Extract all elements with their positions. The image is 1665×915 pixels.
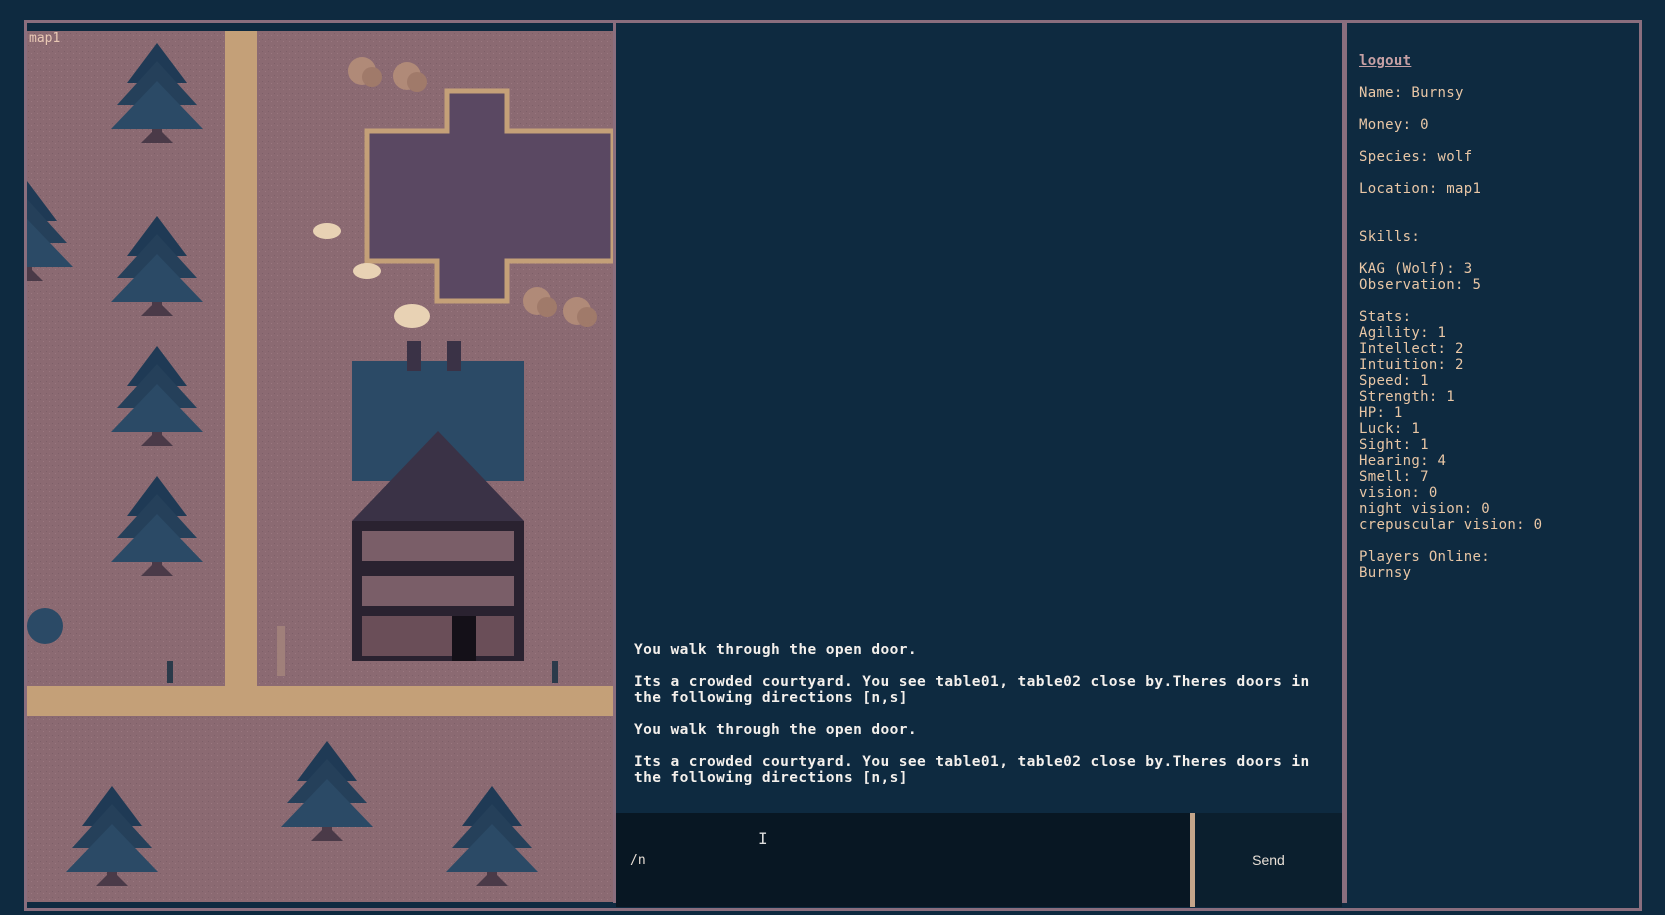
stat-item: HP: 1 [1359, 405, 1403, 421]
stat-item: Luck: 1 [1359, 421, 1421, 437]
skills-heading: Skills: [1359, 229, 1421, 245]
text-cursor-icon: I [758, 829, 768, 848]
player-name: Name: Burnsy [1359, 85, 1464, 101]
stat-item: vision: 0 [1359, 485, 1438, 501]
command-input[interactable] [616, 813, 1190, 907]
stat-item: Sight: 1 [1359, 437, 1429, 453]
chat-log: You walk through the open door. Its a cr… [616, 23, 1342, 796]
stat-item: crepuscular vision: 0 [1359, 517, 1543, 533]
house [352, 341, 524, 661]
stat-item: Speed: 1 [1359, 373, 1429, 389]
chat-message: Its a crowded courtyard. You see table01… [634, 674, 1310, 706]
player-location: Location: map1 [1359, 181, 1482, 197]
online-player: Burnsy [1359, 565, 1412, 581]
send-button[interactable]: Send [1195, 813, 1342, 907]
map-scene [27, 31, 613, 902]
command-bar: Send [616, 813, 1342, 907]
game-map[interactable]: map1 [27, 31, 616, 902]
stat-item: Agility: 1 [1359, 325, 1447, 341]
chat-message: You walk through the open door. [634, 722, 918, 738]
stats-heading: Stats: [1359, 309, 1412, 325]
chat-message: You walk through the open door. [634, 642, 918, 658]
stat-item: Intuition: 2 [1359, 357, 1464, 373]
logout-link[interactable]: logout [1359, 53, 1411, 69]
chat-message: Its a crowded courtyard. You see table01… [634, 754, 1310, 786]
skill-item: KAG (Wolf): 3 [1359, 261, 1473, 277]
player-species: Species: wolf [1359, 149, 1473, 165]
stat-item: Strength: 1 [1359, 389, 1456, 405]
stat-item: Smell: 7 [1359, 469, 1429, 485]
stat-item: Intellect: 2 [1359, 341, 1464, 357]
map-label: map1 [29, 31, 61, 46]
skill-item: Observation: 5 [1359, 277, 1482, 293]
players-online-heading: Players Online: [1359, 549, 1490, 565]
player-sidebar: logout Name: Burnsy Money: 0 Species: wo… [1347, 23, 1637, 903]
message-list: You walk through the open door. Its a cr… [634, 642, 1314, 786]
player-money: Money: 0 [1359, 117, 1429, 133]
stat-item: Hearing: 4 [1359, 453, 1447, 469]
stat-item: night vision: 0 [1359, 501, 1490, 517]
